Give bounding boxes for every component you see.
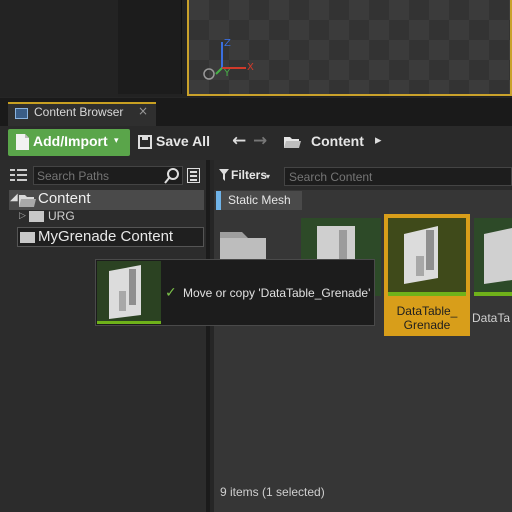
search-paths-input[interactable] [37,169,165,183]
document-plus-icon [16,134,29,150]
expand-toggle-icon[interactable]: ◢ [10,192,18,203]
save-all-button[interactable]: Save All [156,133,210,149]
data-table-icon [109,265,141,319]
tree-item-label: MyGrenade Content [38,228,174,245]
filter-icon [219,169,229,181]
search-icon[interactable] [164,168,180,184]
axis-y-label: Y [223,68,231,79]
folder-open-icon [19,195,36,207]
asset-thumbnail [388,218,466,296]
search-paths-field[interactable] [33,166,183,185]
content-browser-icon [15,108,28,119]
status-item-count: 9 items (1 selected) [220,485,325,499]
axis-x-label: X [247,62,254,73]
list-view-icon[interactable] [187,168,200,183]
collapse-toggle-icon[interactable]: ▷ [19,211,26,221]
asset-tile-label: Grenade [403,318,451,332]
drag-asset-thumbnail [97,261,161,324]
tree-item-label: Content [38,190,91,207]
data-table-icon [404,226,438,284]
drag-message: Move or copy 'DataTable_Grenade' [183,286,371,300]
folder-open-icon [284,137,301,148]
tab-label: Content Browser [34,105,124,119]
sources-settings-icon[interactable] [10,166,28,184]
chevron-right-icon[interactable]: ▸ [375,133,382,148]
save-all-icon [138,135,152,149]
path-breadcrumb-content[interactable]: Content [311,133,364,149]
folder-icon [20,232,35,243]
filters-button[interactable]: Filters [231,168,267,182]
asset-view[interactable] [214,160,512,512]
asset-tile-datatable[interactable] [474,218,512,296]
folder-icon [29,211,44,222]
asset-tile-label: DataTa [472,311,511,325]
asset-tile-label: DataTable_ [396,304,458,318]
add-import-label: Add/Import [33,133,108,149]
left-editor-panel [0,0,118,97]
axis-gizmo: Z Y X [203,38,254,80]
asset-type-bar [388,292,466,296]
back-arrow-icon[interactable]: ← [232,131,246,151]
axis-z-label: Z [224,38,231,49]
data-table-icon [484,228,512,284]
editor-side-strip [118,0,182,94]
chevron-down-icon: ▾ [114,136,119,146]
search-content-input[interactable] [289,170,499,184]
asset-type-bar [474,292,512,296]
close-icon[interactable]: × [138,104,148,118]
forward-arrow-icon[interactable]: → [253,131,267,151]
asset-type-bar [97,321,161,324]
chevron-down-icon: ▾ [266,172,271,181]
search-content-field[interactable] [284,167,512,186]
checkmark-icon: ✓ [165,285,177,301]
filter-chip-label: Static Mesh [228,193,291,207]
tree-item-urg[interactable]: URG [48,209,75,223]
